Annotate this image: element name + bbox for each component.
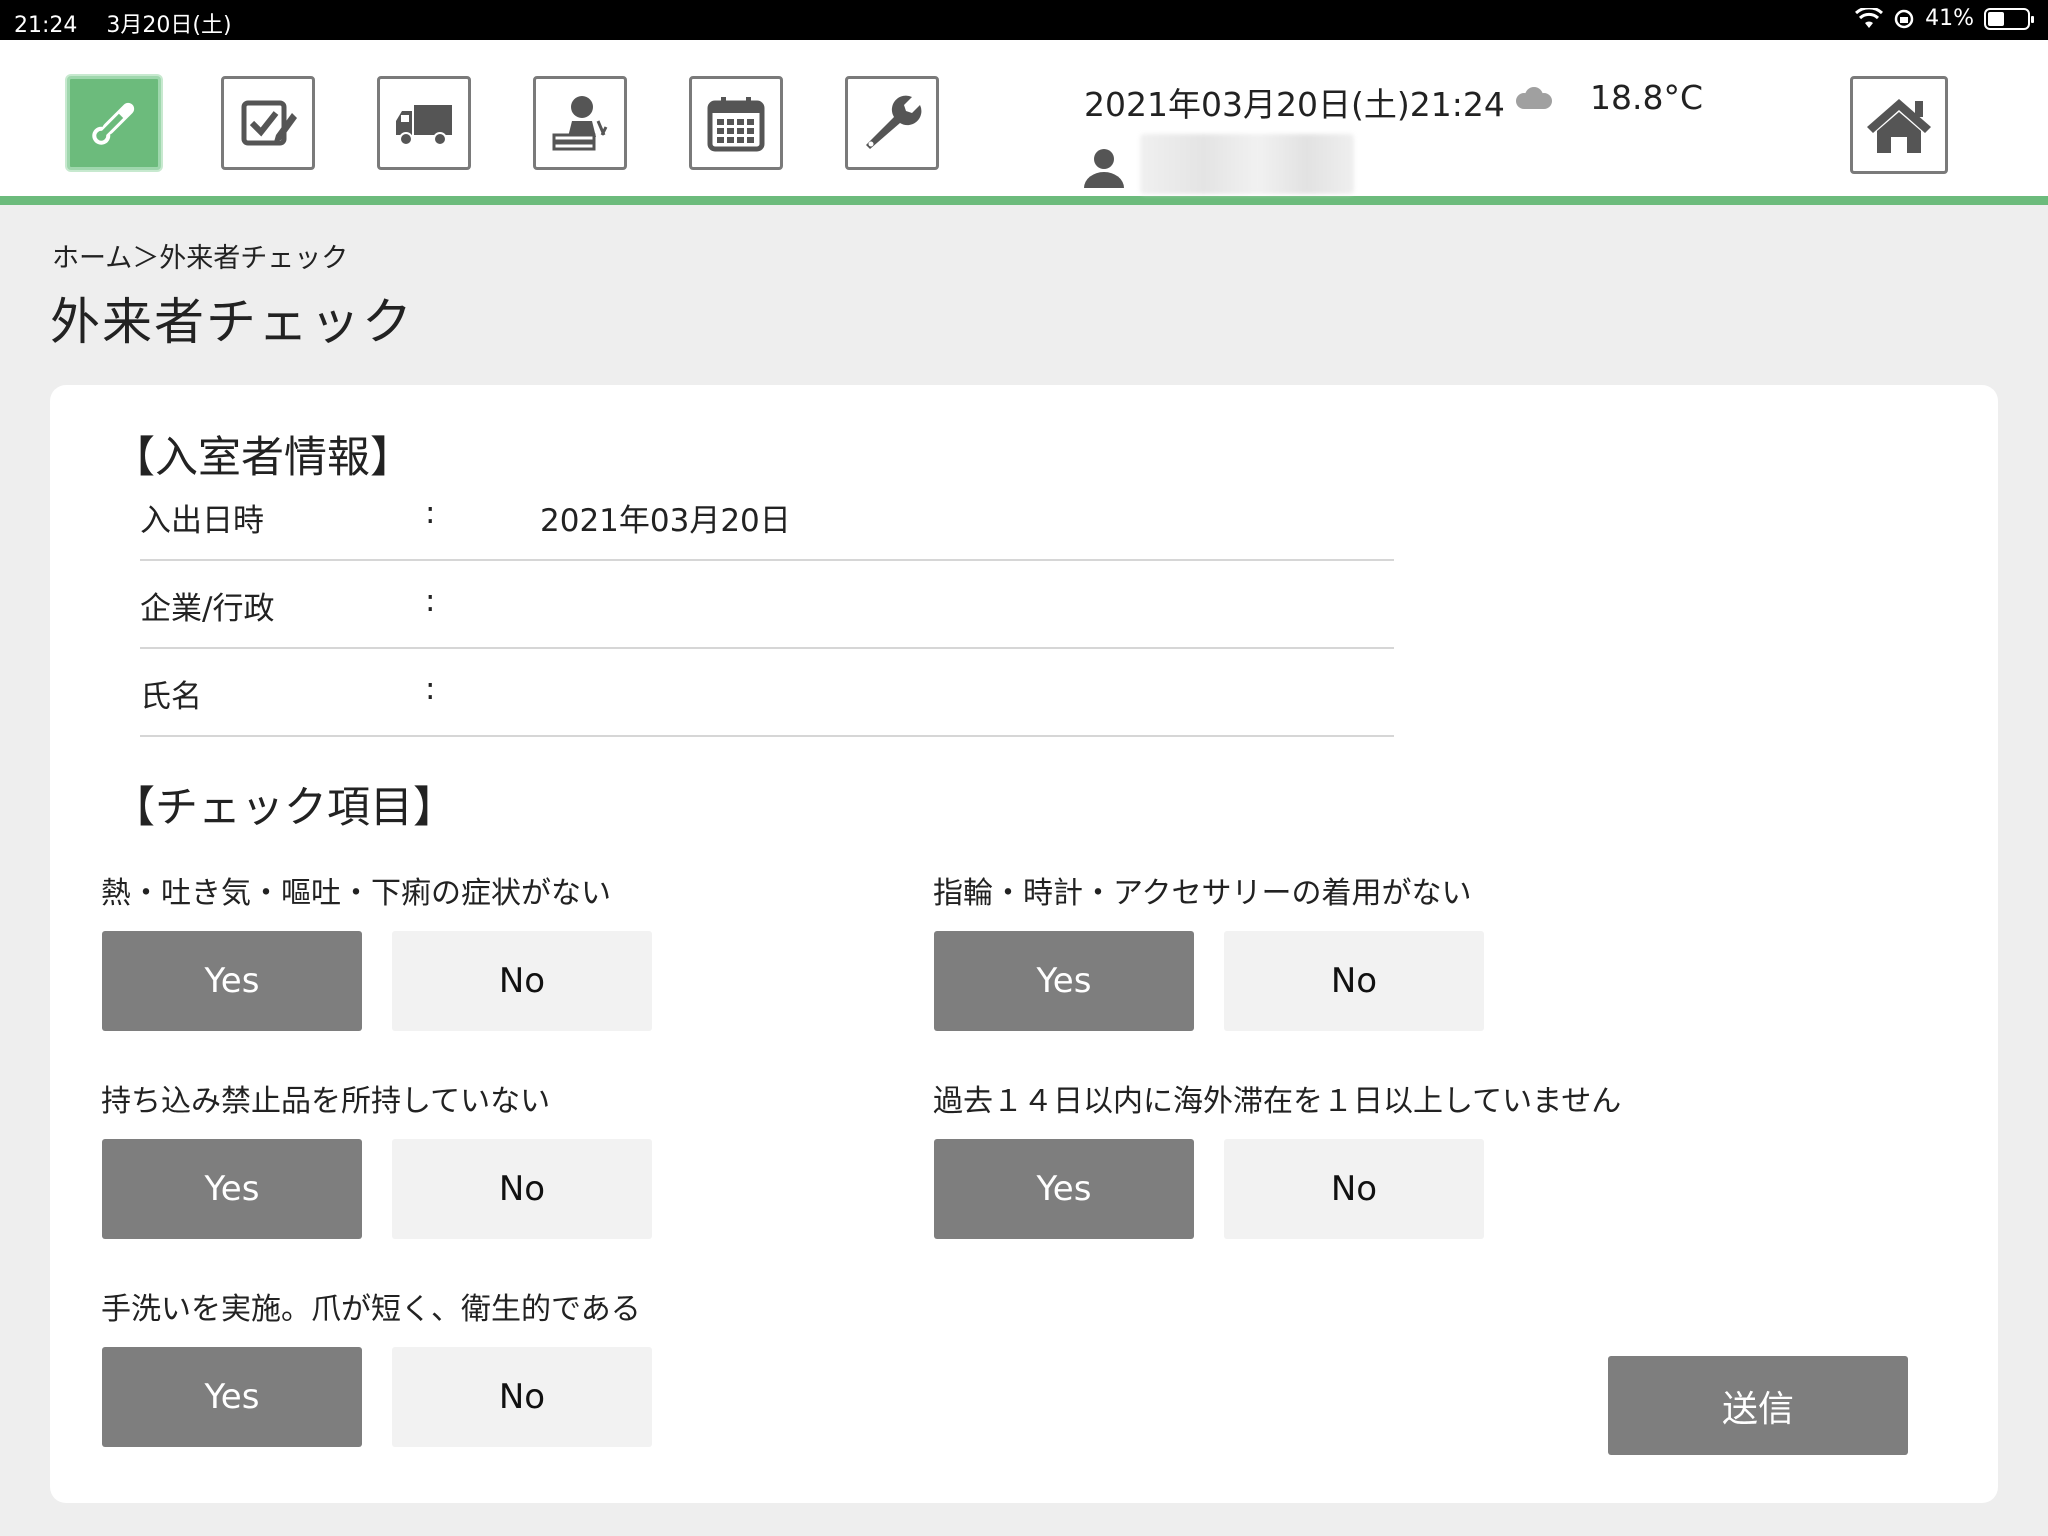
thermometer-icon (92, 102, 135, 145)
cloud-icon (1516, 87, 1552, 109)
battery-icon (1984, 7, 2034, 30)
visitor-desk-icon (552, 96, 608, 151)
main-card: 【入室者情報】 入出日時 : 2021年03月20日 企業/行政 : 氏名 : … (50, 385, 1998, 1503)
no-button[interactable]: No (1224, 1139, 1484, 1239)
no-button[interactable]: No (392, 1347, 652, 1447)
yes-button[interactable]: Yes (102, 931, 362, 1031)
yes-button[interactable]: Yes (102, 1347, 362, 1447)
status-time: 21:24 (14, 13, 78, 38)
info-row-datetime: 入出日時 : 2021年03月20日 (140, 473, 1394, 561)
yes-button[interactable]: Yes (934, 931, 1194, 1031)
no-button[interactable]: No (392, 931, 652, 1031)
battery-percent: 41% (1925, 6, 1974, 31)
thermometer-button[interactable] (67, 76, 161, 170)
checklist-icon (241, 100, 297, 146)
info-colon: : (425, 671, 436, 707)
check-question: 過去１４日以内に海外滞在を１日以上していません (933, 1084, 1622, 1119)
header-datetime: 2021年03月20日(土)21:24 (1084, 85, 1505, 124)
check-question: 手洗いを実施。爪が短く、衛生的である (101, 1292, 641, 1327)
check-question: 持ち込み禁止品を所持していない (101, 1084, 551, 1119)
breadcrumb: ホーム＞外来者チェック (52, 243, 349, 274)
info-label: 企業/行政 (140, 591, 275, 627)
wifi-icon (1855, 7, 1884, 28)
orientation-lock-icon (1894, 9, 1914, 28)
home-icon (1867, 99, 1931, 153)
calendar-button[interactable] (689, 76, 783, 170)
submit-button[interactable]: 送信 (1608, 1356, 1908, 1455)
no-button[interactable]: No (1224, 931, 1484, 1031)
no-button[interactable]: No (392, 1139, 652, 1239)
home-button[interactable] (1850, 76, 1948, 174)
truck-button[interactable] (377, 76, 471, 170)
check-question: 指輪・時計・アクセサリーの着用がない (933, 876, 1472, 911)
settings-button[interactable] (845, 76, 939, 170)
calendar-icon (707, 97, 765, 152)
check-question: 熱・吐き気・嘔吐・下痢の症状がない (101, 876, 611, 911)
info-colon: : (425, 583, 436, 619)
wrench-icon (866, 95, 922, 149)
info-value: 2021年03月20日 (540, 503, 791, 539)
toolbar: 2021年03月20日(土)21:24 18.8°C (0, 40, 2048, 205)
info-row-name: 氏名 : (140, 649, 1394, 737)
header-temperature: 18.8°C (1590, 78, 1704, 117)
visitor-button[interactable] (533, 76, 627, 170)
yes-button[interactable]: Yes (934, 1139, 1194, 1239)
status-bar: 21:24 3月20日(土) 41% (0, 0, 2048, 40)
status-date: 3月20日(土) (106, 13, 232, 38)
page-title: 外来者チェック (50, 293, 414, 351)
user-icon (1084, 149, 1124, 188)
info-label: 入出日時 (140, 503, 264, 539)
truck-icon (396, 105, 452, 146)
yes-button[interactable]: Yes (102, 1139, 362, 1239)
user-name-redacted (1140, 134, 1354, 194)
info-label: 氏名 (140, 679, 202, 715)
checklist-button[interactable] (221, 76, 315, 170)
info-colon: : (425, 495, 436, 531)
check-items-title: 【チェック項目】 (112, 783, 456, 833)
info-row-company: 企業/行政 : (140, 561, 1394, 649)
